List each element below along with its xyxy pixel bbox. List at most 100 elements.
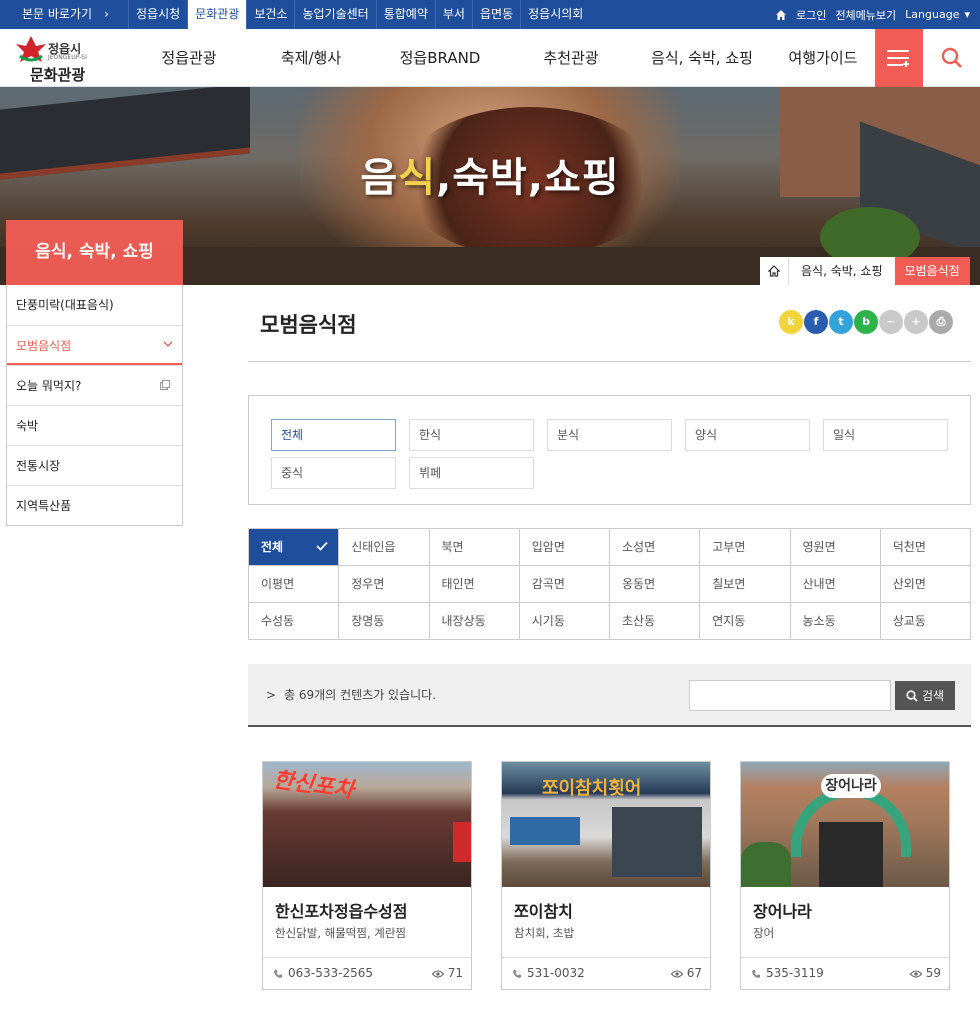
side-menu-item[interactable]: 지역특산품 — [7, 485, 182, 525]
food-type-option[interactable]: 한식 — [409, 419, 534, 451]
region-label: 태인면 — [441, 577, 475, 591]
restaurant-card[interactable]: 쪼이참치횟어 쪼이참치 참치회, 초밥 531-0032 67 — [501, 761, 711, 990]
home-icon[interactable] — [775, 9, 787, 21]
region-option[interactable]: 농소동 — [790, 603, 881, 640]
gnb-item-brand[interactable]: 정읍BRAND — [372, 29, 508, 87]
region-option[interactable]: 태인면 — [429, 566, 520, 603]
region-option[interactable]: 산내면 — [790, 566, 881, 603]
restaurant-photo: 한신포차 — [263, 762, 471, 887]
topmenu-item-active[interactable]: 문화관광 — [187, 0, 247, 29]
region-option[interactable]: 입암면 — [519, 529, 610, 566]
topmenu-item[interactable]: 부서 — [434, 0, 472, 29]
search-button[interactable] — [923, 29, 980, 87]
region-option[interactable]: 고부면 — [700, 529, 791, 566]
topmenu-item[interactable]: 보건소 — [246, 0, 294, 29]
region-option[interactable]: 이평면 — [249, 566, 340, 603]
food-type-option[interactable]: 양식 — [685, 419, 810, 451]
region-option[interactable]: 감곡면 — [519, 566, 610, 603]
topmenu-item[interactable]: 농업기술센터 — [294, 0, 375, 29]
result-count-text: 총 69개의 컨텐츠가 있습니다. — [284, 688, 437, 702]
card-footer: 531-0032 67 — [502, 957, 710, 989]
restaurant-list: 한신포차 한신포차정읍수성점 한신닭발, 해물떡찜, 계란찜 063-533-2… — [262, 761, 950, 990]
region-option[interactable]: 초산동 — [610, 603, 701, 640]
region-option[interactable]: 소성면 — [610, 529, 701, 566]
search-button-label: 검색 — [921, 689, 945, 703]
breadcrumb: 음식, 숙박, 쇼핑 모범음식점 — [760, 257, 970, 285]
all-menu-button[interactable] — [875, 29, 923, 87]
kakaostory-icon[interactable]: k — [779, 310, 803, 334]
region-option[interactable]: 내장상동 — [429, 603, 520, 640]
twitter-icon[interactable]: t — [829, 310, 853, 334]
chevron-right-icon: > — [266, 688, 277, 702]
blog-icon[interactable]: b — [854, 310, 878, 334]
food-type-option-selected[interactable]: 전체 — [271, 419, 396, 451]
restaurant-menu: 장어 — [753, 926, 775, 940]
region-option[interactable]: 시기동 — [519, 603, 610, 640]
food-type-option[interactable]: 뷔페 — [409, 457, 534, 489]
language-label: Language — [905, 8, 960, 21]
side-menu-label: 단풍미락(대표음식) — [16, 298, 114, 312]
eye-icon — [431, 969, 444, 978]
site-family-menu: 정읍시청 문화관광 보건소 농업기술센터 통합예약 부서 읍면동 정읍시의회 — [128, 0, 590, 29]
region-label: 소성면 — [622, 540, 656, 554]
food-type-option[interactable]: 분식 — [547, 419, 672, 451]
region-label: 농소동 — [802, 614, 836, 628]
topmenu-item[interactable]: 정읍시의회 — [520, 0, 590, 29]
region-option[interactable]: 산외면 — [880, 566, 971, 603]
topmenu-item[interactable]: 읍면동 — [471, 0, 520, 29]
search-input[interactable] — [689, 680, 891, 711]
side-menu-item[interactable]: 오늘 뭐먹지? — [7, 365, 182, 405]
region-option[interactable]: 장명동 — [339, 603, 430, 640]
region-label: 정우면 — [351, 577, 385, 591]
side-menu-item-active[interactable]: 모범음식점 — [7, 325, 182, 365]
global-nav-menu: 정읍관광 축제/행사 정읍BRAND 추천관광 음식, 숙박, 쇼핑 여행가이드 — [128, 29, 876, 87]
side-menu-item[interactable]: 전통시장 — [7, 445, 182, 485]
region-option-selected[interactable]: 전체 — [249, 529, 340, 566]
search-bar: > 총 69개의 컨텐츠가 있습니다. 검색 — [248, 664, 971, 727]
region-label: 초산동 — [622, 614, 656, 628]
facebook-icon[interactable]: f — [804, 310, 828, 334]
region-option[interactable]: 북면 — [429, 529, 520, 566]
breadcrumb-home[interactable] — [760, 257, 788, 285]
region-option[interactable]: 칠보면 — [700, 566, 791, 603]
region-option[interactable]: 정우면 — [339, 566, 430, 603]
region-option[interactable]: 영원면 — [790, 529, 881, 566]
restaurant-card[interactable]: 장어나라 장어나라 장어 535-3119 59 — [740, 761, 950, 990]
site-logo[interactable]: 정읍시 JEONGEUP-SI 문화관광 — [12, 32, 102, 84]
gnb-item-festival[interactable]: 축제/행사 — [250, 29, 372, 87]
region-option[interactable]: 옹동면 — [610, 566, 701, 603]
restaurant-name: 쪼이참치 — [514, 902, 573, 921]
language-select[interactable]: Language ▾ — [905, 8, 970, 21]
gnb-item-food-stay-shop[interactable]: 음식, 숙박, 쇼핑 — [634, 29, 770, 87]
side-menu-item[interactable]: 단풍미락(대표음식) — [7, 285, 182, 325]
region-option[interactable]: 상교동 — [880, 603, 971, 640]
topmenu-item[interactable]: 통합예약 — [375, 0, 435, 29]
gnb-item-jeongeup-tour[interactable]: 정읍관광 — [128, 29, 250, 87]
region-option[interactable]: 신태인읍 — [339, 529, 430, 566]
topmenu-item[interactable]: 정읍시청 — [128, 0, 187, 29]
region-option[interactable]: 덕천면 — [880, 529, 971, 566]
region-option[interactable]: 수성동 — [249, 603, 340, 640]
restaurant-card[interactable]: 한신포차 한신포차정읍수성점 한신닭발, 해물떡찜, 계란찜 063-533-2… — [262, 761, 472, 990]
view-count: 59 — [909, 958, 941, 989]
gnb-item-travel-guide[interactable]: 여행가이드 — [770, 29, 876, 87]
zoom-in-icon[interactable]: + — [904, 310, 928, 334]
search-submit-button[interactable]: 검색 — [895, 681, 955, 710]
phone-icon — [274, 969, 282, 978]
skip-to-content-link[interactable]: 본문 바로가기 › — [0, 0, 122, 29]
view-count-value: 59 — [925, 966, 941, 980]
zoom-out-icon[interactable]: − — [879, 310, 903, 334]
region-option[interactable]: 연지동 — [700, 603, 791, 640]
sitemap-link[interactable]: 전체메뉴보기 — [835, 7, 896, 23]
food-type-option[interactable]: 일식 — [823, 419, 948, 451]
breadcrumb-item[interactable]: 음식, 숙박, 쇼핑 — [788, 257, 895, 285]
gnb-item-recommended[interactable]: 추천관광 — [508, 29, 634, 87]
login-link[interactable]: 로그인 — [796, 7, 826, 23]
storefront-sign: 쪼이참치횟어 — [542, 778, 642, 799]
food-type-option[interactable]: 중식 — [271, 457, 396, 489]
storefront-poster — [510, 817, 580, 845]
side-menu-item[interactable]: 숙박 — [7, 405, 182, 445]
side-menu: 단풍미락(대표음식) 모범음식점 오늘 뭐먹지? 숙박 전통시장 지역특산품 — [6, 285, 183, 526]
region-label: 산외면 — [892, 577, 926, 591]
print-icon[interactable]: ⎙ — [929, 310, 953, 334]
